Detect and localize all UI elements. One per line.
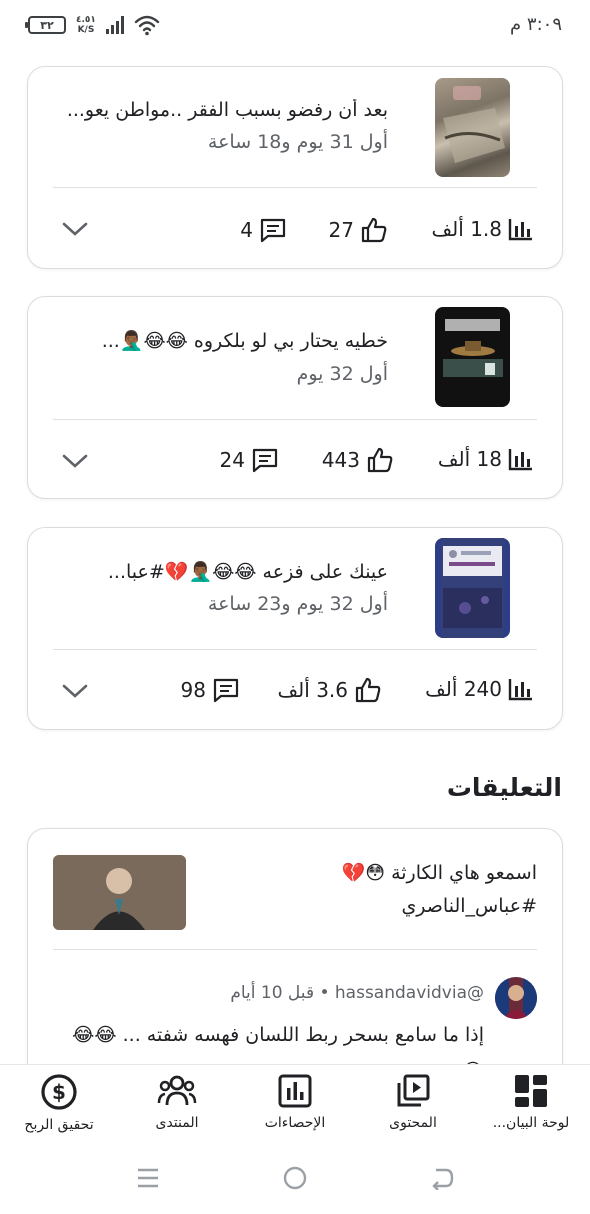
comments-stat: 4 [240,217,287,243]
comments-count: 98 [180,678,206,702]
network-speed-value: ٤.٥١ [76,15,96,25]
post-card[interactable]: بعد أن رفضو بسبب الفقر ..مواطن يعو... أو… [27,66,563,269]
battery-icon: ٣٢ [25,16,66,34]
views-count: 18 ألف [437,447,502,471]
likes-stat: 3.6 ألف [277,677,382,703]
home-icon[interactable] [283,1166,307,1190]
post-thumbnail[interactable] [435,78,510,177]
status-bar: ٣٢ ٤.٥١ K/S ٣:٠٩ م [0,0,590,52]
avatar-image [495,977,537,1019]
likes-stat: 443 [322,447,394,473]
bar-chart-icon [508,449,532,471]
nav-item-community[interactable]: المنتدى [118,1073,236,1131]
comment-icon [213,678,239,703]
comment-post-text: اسمعو هاي الكارثة 😳💔 #عباس_الناصري [237,857,537,923]
likes-count: 3.6 ألف [277,678,348,702]
likes-count: 27 [328,218,354,242]
divider [53,187,537,188]
views-stat: 240 ألف [425,677,534,701]
post-time: أول 32 يوم [296,363,388,385]
wifi-icon [134,15,160,36]
post-title: بعد أن رفضو بسبب الفقر ..مواطن يعو... [66,99,388,121]
comment-post-hashtag: #عباس_الناصري [401,895,537,917]
post-card[interactable]: خطيه يحتار بي لو بلكروه 😂😂🤦🏾‍♂️... أول 3… [27,296,563,499]
status-icons: ٣٢ ٤.٥١ K/S [25,14,160,36]
divider [53,949,537,950]
comments-count: 24 [219,448,245,472]
comments-count: 4 [240,218,253,242]
thumbs-up-icon [367,447,393,473]
thumbnail-image [443,86,505,163]
content-icon [397,1074,430,1107]
post-time: أول 31 يوم و18 ساعة [207,131,388,153]
nav-item-dashboard[interactable]: لوحة البيان... [472,1073,590,1131]
divider [53,419,537,420]
comments-stat: 98 [181,677,240,703]
bottom-navigation: لوحة البيان... المحتوى الإحصاءات المنتدى… [0,1064,590,1144]
analytics-icon [278,1074,312,1108]
thumbnail-image [53,855,186,930]
comments-stat: 24 [220,447,279,473]
post-thumbnail[interactable] [435,538,510,638]
divider [53,649,537,650]
nav-label: تحقيق الربح [24,1117,94,1133]
comment-icon [252,448,278,473]
comment-icon [260,218,286,243]
network-speed: ٤.٥١ K/S [76,15,96,35]
system-navigation-bar [0,1144,590,1214]
chevron-down-icon[interactable] [61,220,89,238]
dashboard-icon [515,1075,547,1107]
menu-icon[interactable] [136,1166,160,1190]
earn-icon: $ [41,1074,77,1110]
views-stat: 1.8 ألف [431,217,534,241]
nav-item-content[interactable]: المحتوى [354,1073,472,1131]
post-thumbnail[interactable] [435,307,510,407]
community-icon [157,1075,197,1106]
views-count: 240 ألف [425,677,502,701]
bar-chart-icon [508,219,532,241]
bar-chart-icon [508,679,532,701]
battery-level: ٣٢ [40,18,54,32]
comment-post-text-line: اسمعو هاي الكارثة 😳💔 [341,862,537,884]
network-speed-unit: K/S [77,25,95,35]
nav-label: الإحصاءات [264,1115,326,1131]
nav-label: المحتوى [389,1115,437,1131]
post-card[interactable]: عينك على فزعه 😂😂🤦🏾‍♂️💔#عبا... أول 32 يوم… [27,527,563,730]
chevron-down-icon[interactable] [61,682,89,700]
post-title: خطيه يحتار بي لو بلكروه 😂😂🤦🏾‍♂️... [101,330,388,352]
chevron-down-icon[interactable] [61,452,89,470]
nav-label: لوحة البيان... [492,1115,570,1131]
thumbnail-image [441,538,504,638]
post-time: أول 32 يوم و23 ساعة [207,593,388,615]
nav-label: المنتدى [155,1115,199,1131]
comment-post-thumbnail[interactable] [53,855,186,930]
svg-text:$: $ [52,1080,66,1104]
nav-item-earn[interactable]: $ تحقيق الربح [0,1073,118,1133]
views-count: 1.8 ألف [431,217,502,241]
post-title: عينك على فزعه 😂😂🤦🏾‍♂️💔#عبا... [107,561,388,583]
views-stat: 18 ألف [438,447,534,471]
thumbs-up-icon [355,677,381,703]
avatar[interactable] [495,977,537,1019]
reply-meta: @hassandavidvia • قبل 10 أيام [230,983,484,1003]
signal-icon [105,16,124,34]
status-time: ٣:٠٩ م [510,14,562,35]
likes-count: 443 [321,448,360,472]
likes-stat: 27 [329,217,388,243]
thumbs-up-icon [361,217,387,243]
comment-card[interactable]: اسمعو هاي الكارثة 😳💔 #عباس_الناصري @hass… [27,828,563,1088]
back-icon[interactable] [430,1166,454,1190]
nav-item-analytics[interactable]: الإحصاءات [236,1073,354,1131]
thumbnail-image [443,319,503,377]
comments-section-title: التعليقات [446,773,562,802]
